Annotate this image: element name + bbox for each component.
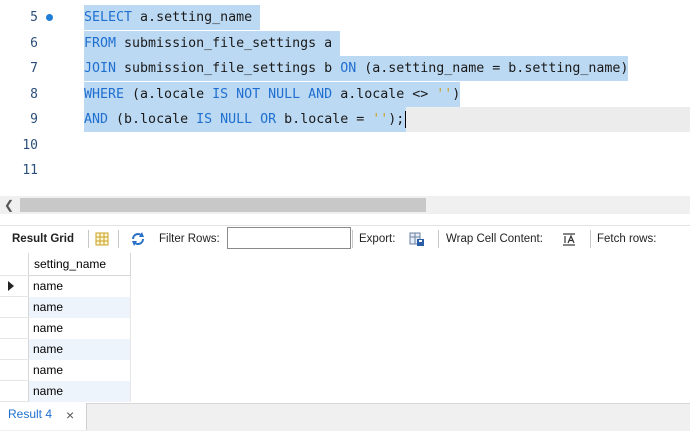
sql-keyword: IS NOT NULL bbox=[212, 86, 301, 102]
table-row[interactable]: name bbox=[0, 296, 131, 318]
wrap-text-icon[interactable] bbox=[561, 231, 577, 247]
sql-keyword: WHERE bbox=[84, 86, 125, 102]
divider bbox=[438, 230, 439, 248]
line-number: 7 bbox=[30, 61, 38, 76]
sql-text: a.locale <> bbox=[332, 86, 437, 102]
editor-line[interactable]: 10 bbox=[0, 133, 690, 158]
sql-keyword: AND bbox=[308, 86, 333, 102]
code-text: JOIN submission_file_settings b ON (a.se… bbox=[84, 56, 629, 81]
sql-keyword: OR bbox=[260, 112, 277, 127]
line-number: 11 bbox=[22, 163, 38, 178]
export-label: Export: bbox=[359, 233, 396, 245]
sql-keyword: SELECT bbox=[84, 10, 133, 25]
row-header[interactable] bbox=[0, 359, 29, 381]
divider bbox=[590, 230, 591, 248]
divider bbox=[352, 230, 353, 248]
table-cell[interactable]: name bbox=[28, 296, 131, 318]
line-number: 5 bbox=[30, 10, 38, 25]
sql-editor[interactable]: 5 SELECT a.setting_name 6 FROM submission_… bbox=[0, 0, 690, 188]
editor-line[interactable]: 11 bbox=[0, 158, 690, 183]
sql-text: submission_file_settings b bbox=[116, 61, 341, 76]
result-grid: setting_name name name name name name name bbox=[0, 253, 690, 403]
result-tab[interactable]: Result 4 × bbox=[0, 403, 87, 430]
row-header[interactable] bbox=[0, 275, 29, 297]
result-grid-tab[interactable]: Result Grid bbox=[12, 226, 74, 252]
sql-text: (a.locale bbox=[124, 86, 213, 102]
line-number: 8 bbox=[30, 86, 38, 102]
grid-icon[interactable] bbox=[94, 231, 110, 247]
statement-marker-icon bbox=[46, 14, 53, 21]
fetch-rows-label: Fetch rows: bbox=[597, 233, 657, 245]
sql-keyword: FROM bbox=[84, 35, 117, 51]
line-number: 6 bbox=[30, 35, 38, 51]
editor-line[interactable]: 9 AND (b.locale IS NULL OR b.locale = '')… bbox=[0, 107, 690, 132]
result-tab-label[interactable]: Result 4 bbox=[8, 403, 52, 425]
sql-text: (b.locale bbox=[108, 112, 197, 127]
filter-rows-input[interactable] bbox=[227, 227, 351, 249]
refresh-icon[interactable] bbox=[130, 231, 146, 247]
result-toolbar: Result Grid Filter Rows: Export: Wrap Ce… bbox=[0, 225, 690, 252]
corner-cell bbox=[0, 253, 29, 276]
table-row[interactable]: name bbox=[0, 338, 131, 360]
close-icon[interactable]: × bbox=[66, 403, 74, 427]
sql-text: ); bbox=[388, 112, 405, 127]
code-text: SELECT a.setting_name bbox=[84, 5, 261, 30]
export-icon[interactable] bbox=[409, 231, 425, 247]
table-cell[interactable]: name bbox=[28, 338, 131, 360]
horizontal-scrollbar[interactable]: ❮ bbox=[0, 196, 690, 214]
table-cell[interactable]: name bbox=[28, 317, 131, 339]
editor-line[interactable]: 7 JOIN submission_file_settings b ON (a.s… bbox=[0, 56, 690, 81]
table-row[interactable]: name bbox=[0, 317, 131, 339]
column-header[interactable]: setting_name bbox=[28, 253, 131, 276]
sql-keyword: AND bbox=[84, 112, 109, 127]
row-header[interactable] bbox=[0, 317, 29, 339]
sql-string: '' bbox=[436, 86, 453, 102]
row-header[interactable] bbox=[0, 338, 29, 360]
line-number: 9 bbox=[30, 112, 38, 127]
text-caret bbox=[405, 110, 407, 128]
table-row[interactable]: name bbox=[0, 359, 131, 381]
result-tabs-bar: Result 4 × bbox=[0, 403, 690, 431]
divider bbox=[88, 230, 89, 248]
sql-keyword: JOIN bbox=[84, 61, 117, 76]
current-row-pointer-icon bbox=[8, 281, 14, 291]
sql-text: b.locale = bbox=[276, 112, 373, 127]
filter-rows-label: Filter Rows: bbox=[159, 233, 220, 245]
sql-text: ) bbox=[452, 86, 461, 102]
sql-text: (a.setting_name = b.setting_name) bbox=[356, 61, 629, 76]
line-number: 10 bbox=[22, 137, 38, 153]
scrollbar-thumb[interactable] bbox=[20, 198, 426, 212]
code-text: WHERE (a.locale IS NOT NULL AND a.locale… bbox=[84, 81, 461, 107]
table-row[interactable]: name bbox=[0, 380, 131, 402]
sql-string: '' bbox=[372, 112, 389, 127]
editor-line[interactable]: 5 SELECT a.setting_name bbox=[0, 5, 690, 30]
code-text: AND (b.locale IS NULL OR b.locale = ''); bbox=[84, 107, 407, 132]
table-row[interactable]: name bbox=[0, 275, 131, 297]
sql-text: a.setting_name bbox=[132, 10, 261, 25]
sql-text: submission_file_settings a bbox=[116, 35, 341, 51]
table-cell[interactable]: name bbox=[28, 380, 131, 402]
code-text: FROM submission_file_settings a bbox=[84, 30, 341, 56]
divider bbox=[118, 230, 119, 248]
row-header[interactable] bbox=[0, 296, 29, 318]
row-header[interactable] bbox=[0, 380, 29, 402]
editor-line[interactable]: 6 FROM submission_file_settings a bbox=[0, 30, 690, 56]
wrap-cell-label: Wrap Cell Content: bbox=[446, 233, 543, 245]
sql-keyword: ON bbox=[340, 61, 357, 76]
table-cell[interactable]: name bbox=[28, 359, 131, 381]
chevron-left-icon[interactable]: ❮ bbox=[4, 196, 14, 214]
editor-line[interactable]: 8 WHERE (a.locale IS NOT NULL AND a.local… bbox=[0, 81, 690, 107]
table-cell[interactable]: name bbox=[28, 275, 131, 297]
sql-keyword: IS NULL bbox=[196, 112, 253, 127]
